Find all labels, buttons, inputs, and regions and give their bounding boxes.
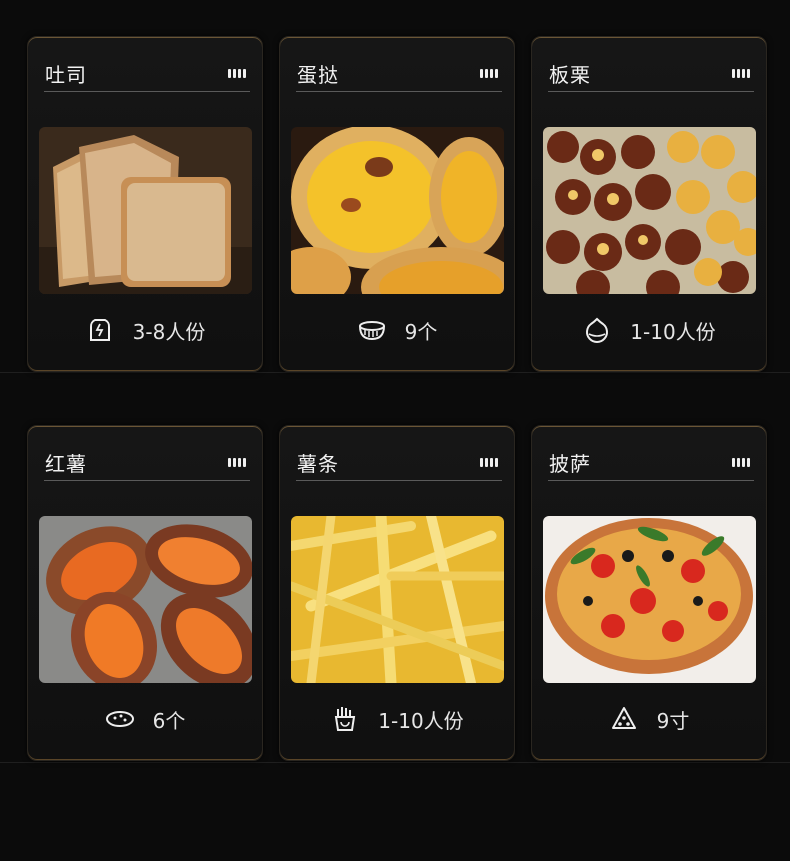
card-chestnut[interactable]: 板栗 1-10人份 xyxy=(531,36,767,372)
card-sweet-potato[interactable]: 红薯 6个 xyxy=(27,425,263,761)
fries-icon xyxy=(335,707,356,731)
serving-text: 1-10人份 xyxy=(378,708,464,733)
signal-bars-icon xyxy=(228,458,246,467)
serving-text: 6个 xyxy=(152,708,186,733)
serving-info: 3-8人份 xyxy=(28,315,262,345)
pizza-slice-icon xyxy=(611,707,636,729)
card-fries[interactable]: 薯条 1-10人份 xyxy=(279,425,515,761)
serving-text: 9寸 xyxy=(656,708,690,733)
card-title: 吐司 xyxy=(45,63,87,87)
serving-info: 1-10人份 xyxy=(280,704,514,734)
sweet-potato-photo xyxy=(39,516,252,683)
serving-text: 3-8人份 xyxy=(132,319,206,344)
card-title: 披萨 xyxy=(549,452,591,476)
toast-photo xyxy=(39,127,252,294)
divider xyxy=(44,480,250,481)
toast-icon xyxy=(89,319,110,341)
serving-text: 9个 xyxy=(404,319,438,344)
card-title: 板栗 xyxy=(549,63,591,87)
serving-text: 1-10人份 xyxy=(630,319,716,344)
egg-tart-photo xyxy=(291,127,504,294)
divider xyxy=(296,480,502,481)
card-title: 蛋挞 xyxy=(297,63,339,87)
divider xyxy=(548,480,754,481)
signal-bars-icon xyxy=(480,69,498,78)
bowl-icon xyxy=(358,321,385,341)
chestnut-photo xyxy=(543,127,756,294)
signal-bars-icon xyxy=(228,69,246,78)
serving-info: 6个 xyxy=(28,704,262,734)
card-egg-tart[interactable]: 蛋挞 9个 xyxy=(279,36,515,372)
card-title: 红薯 xyxy=(45,452,87,476)
signal-bars-icon xyxy=(480,458,498,467)
serving-info: 9个 xyxy=(280,315,514,345)
card-title: 薯条 xyxy=(297,452,339,476)
serving-info: 1-10人份 xyxy=(532,315,766,345)
fries-photo xyxy=(291,516,504,683)
divider xyxy=(44,91,250,92)
card-pizza[interactable]: 披萨 9寸 xyxy=(531,425,767,761)
sweet-potato-icon xyxy=(105,711,134,727)
serving-info: 9寸 xyxy=(532,704,766,734)
pizza-photo xyxy=(543,516,756,683)
signal-bars-icon xyxy=(732,458,750,467)
signal-bars-icon xyxy=(732,69,750,78)
card-toast[interactable]: 吐司 3-8人份 xyxy=(27,36,263,372)
divider xyxy=(296,91,502,92)
chestnut-icon xyxy=(586,317,609,343)
divider xyxy=(548,91,754,92)
